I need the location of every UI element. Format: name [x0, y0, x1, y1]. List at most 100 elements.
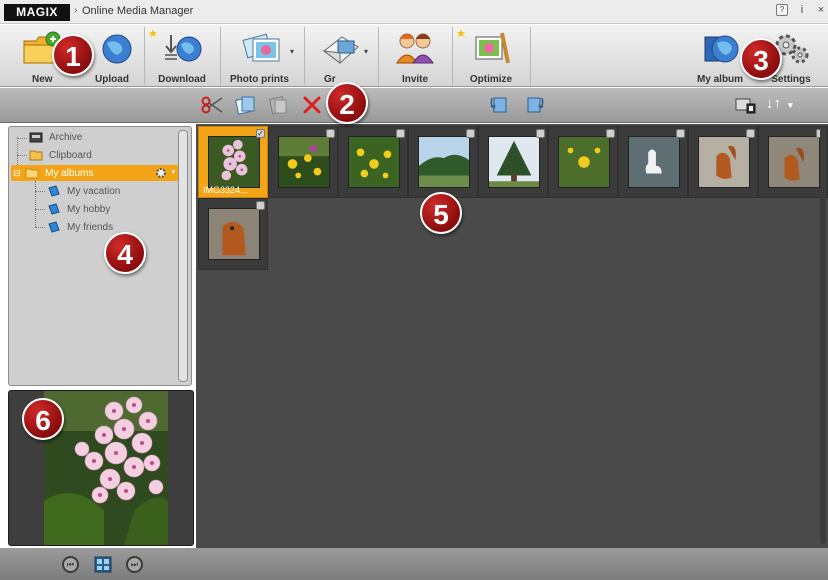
- photo-grid: ✓ IMG3324...: [196, 124, 828, 548]
- photo-prints-icon: [242, 33, 280, 62]
- view-mode-icon[interactable]: [734, 94, 758, 116]
- delete-icon[interactable]: [300, 94, 324, 116]
- albums-folder-icon: [25, 168, 39, 179]
- tree-item-my-albums[interactable]: ⊟ My albums ▾: [11, 165, 179, 181]
- tree-item-my-hobby[interactable]: My hobby: [47, 201, 110, 217]
- tree-item-label: Archive: [49, 131, 83, 143]
- select-checkbox[interactable]: [256, 201, 265, 210]
- download-label: Download: [158, 74, 206, 85]
- tree-item-label: Clipboard: [49, 149, 92, 161]
- tree-connector: [35, 191, 45, 192]
- callout-marker-3: 3: [740, 38, 782, 80]
- thumbnail-image: [558, 136, 610, 188]
- paste-icon[interactable]: [266, 94, 290, 116]
- invite-button[interactable]: Invite: [380, 25, 450, 87]
- upload-globe-icon: [102, 34, 132, 64]
- greeting-card-dropdown-icon[interactable]: ▾: [364, 47, 368, 56]
- album-book-icon: [48, 203, 60, 215]
- thumbnail-image: [348, 136, 400, 188]
- thumbnail-tile[interactable]: [408, 126, 478, 198]
- toolbar-divider: [378, 27, 379, 85]
- my-album-label: My album: [696, 74, 744, 85]
- optimize-button[interactable]: ★ Optimize: [454, 25, 528, 87]
- toolbar-divider: [304, 27, 305, 85]
- thumbnail-tile[interactable]: [338, 126, 408, 198]
- tree-scrollbar[interactable]: [178, 130, 188, 382]
- folder-tree-panel: Archive Clipboard ⊟ My albums ▾ My vacat…: [8, 126, 192, 386]
- select-checkbox[interactable]: [746, 129, 755, 138]
- download-button[interactable]: ★ Download: [146, 25, 218, 87]
- thumbnail-image: [628, 136, 680, 188]
- next-button[interactable]: ⏭: [126, 556, 143, 573]
- my-album-globe-icon: [704, 35, 739, 63]
- thumbnail-tile[interactable]: ✓ IMG3324...: [198, 126, 268, 198]
- invite-people-icon: [396, 33, 434, 64]
- callout-marker-4: 4: [104, 232, 146, 274]
- select-checkbox[interactable]: [536, 129, 545, 138]
- photo-prints-dropdown-icon[interactable]: ▾: [290, 47, 294, 56]
- select-checkbox[interactable]: [676, 129, 685, 138]
- tree-item-my-vacation[interactable]: My vacation: [47, 183, 120, 199]
- toolbar-divider: [530, 27, 531, 85]
- tree-collapse-icon[interactable]: ⊟: [13, 168, 23, 179]
- edit-toolbar: ↓↑ ▾: [0, 88, 828, 123]
- greeting-card-button[interactable]: ▾ Gr: [306, 25, 376, 87]
- thumbnail-image: [208, 208, 260, 260]
- toolbar-divider: [144, 27, 145, 85]
- thumbnail-image: [208, 136, 260, 188]
- gear-icon[interactable]: [155, 167, 167, 179]
- thumbnail-caption: IMG3324...: [203, 185, 248, 195]
- title-separator: ›: [74, 5, 78, 16]
- close-button[interactable]: ×: [816, 4, 826, 16]
- tree-connector: [35, 181, 36, 227]
- thumbnail-tile[interactable]: [268, 126, 338, 198]
- tree-item-label: My friends: [67, 221, 114, 233]
- star-icon: ★: [148, 28, 158, 40]
- select-checkbox[interactable]: ✓: [256, 129, 265, 138]
- thumbnail-image: [278, 136, 330, 188]
- thumbnail-image: [418, 136, 470, 188]
- previous-button[interactable]: ⏮: [62, 556, 79, 573]
- info-button[interactable]: i: [797, 4, 807, 16]
- rotate-right-icon[interactable]: [522, 94, 546, 116]
- rotate-left-icon[interactable]: [488, 94, 512, 116]
- invite-label: Invite: [401, 74, 429, 85]
- select-checkbox[interactable]: [326, 129, 335, 138]
- toolbar-divider: [452, 27, 453, 85]
- select-checkbox[interactable]: [466, 129, 475, 138]
- tree-item-label: My vacation: [67, 185, 121, 197]
- callout-marker-6: 6: [22, 398, 64, 440]
- status-bar: ⏮ ⏭: [0, 548, 828, 580]
- tree-connector: [35, 209, 45, 210]
- download-globe-icon: [165, 35, 202, 62]
- cut-icon[interactable]: [200, 94, 224, 116]
- tree-item-label: My hobby: [67, 203, 111, 215]
- magix-logo: MAGIX: [4, 4, 70, 21]
- archive-icon: [29, 132, 43, 143]
- gear-dropdown-icon[interactable]: ▾: [171, 168, 175, 176]
- thumbnail-tile[interactable]: [478, 126, 548, 198]
- select-checkbox[interactable]: [606, 129, 615, 138]
- copy-icon[interactable]: [234, 94, 258, 116]
- star-icon: ★: [456, 28, 466, 40]
- sort-glyph: ↓↑: [766, 95, 781, 112]
- help-button[interactable]: ?: [776, 4, 788, 16]
- thumbnail-tile[interactable]: [548, 126, 618, 198]
- window-controls: ? i ×: [776, 4, 826, 16]
- sort-icon[interactable]: ↓↑ ▾: [766, 95, 806, 117]
- thumbnail-tile[interactable]: [758, 126, 828, 198]
- tree-item-label: My albums: [45, 167, 94, 179]
- tree-item-my-friends[interactable]: My friends: [47, 219, 113, 235]
- tree-item-clipboard[interactable]: Clipboard: [29, 147, 92, 163]
- select-checkbox[interactable]: [396, 129, 405, 138]
- thumbnail-tile[interactable]: [618, 126, 688, 198]
- grid-scrollbar[interactable]: [820, 128, 826, 544]
- thumbnail-tile[interactable]: [198, 198, 268, 270]
- thumbnail-image: [698, 136, 750, 188]
- slideshow-icon[interactable]: [94, 556, 112, 573]
- photo-prints-button[interactable]: ▾ Photo prints: [222, 25, 302, 87]
- thumbnail-tile[interactable]: [688, 126, 758, 198]
- sort-dropdown-icon: ▾: [788, 100, 793, 110]
- tree-item-archive[interactable]: Archive: [29, 129, 82, 145]
- app-title: Online Media Manager: [82, 5, 194, 17]
